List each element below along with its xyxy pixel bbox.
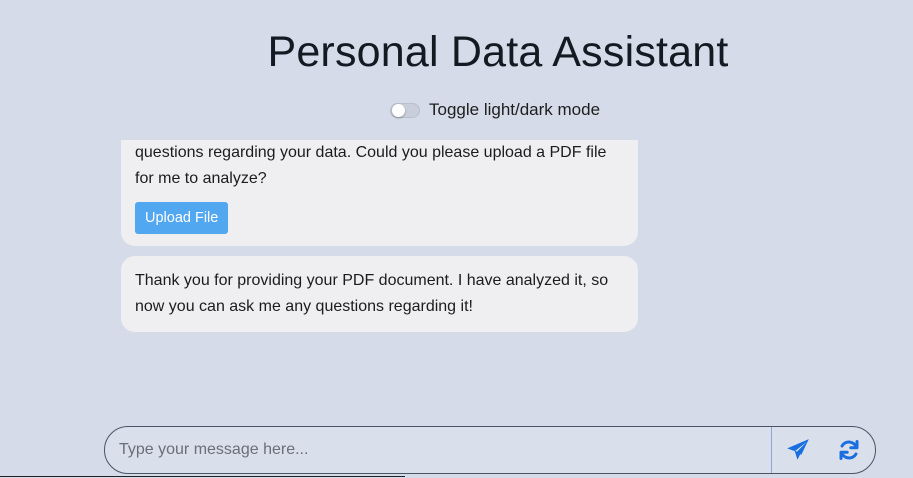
assistant-message: Thank you for providing your PDF documen… [121, 256, 638, 332]
send-button[interactable] [771, 427, 823, 473]
theme-toggle-switch[interactable] [390, 102, 420, 118]
message-composer [104, 426, 876, 474]
message-text: Thank you for providing your PDF documen… [135, 272, 609, 315]
toggle-knob [392, 103, 405, 117]
page: Personal Data Assistant Toggle light/dar… [0, 0, 913, 478]
message-text: questions regarding your data. Could you… [135, 144, 607, 187]
upload-file-button[interactable]: Upload File [135, 202, 229, 234]
divider [0, 476, 405, 477]
page-title: Personal Data Assistant [267, 28, 729, 76]
assistant-message: questions regarding your data. Could you… [121, 140, 638, 246]
refresh-icon [837, 438, 861, 462]
chat-history[interactable]: questions regarding your data. Could you… [121, 140, 638, 340]
theme-toggle-label: Toggle light/dark mode [429, 100, 601, 119]
reset-button[interactable] [823, 427, 875, 473]
message-input[interactable] [105, 427, 771, 473]
theme-toggle-row: Toggle light/dark mode [390, 100, 600, 120]
paper-plane-icon [785, 437, 811, 463]
